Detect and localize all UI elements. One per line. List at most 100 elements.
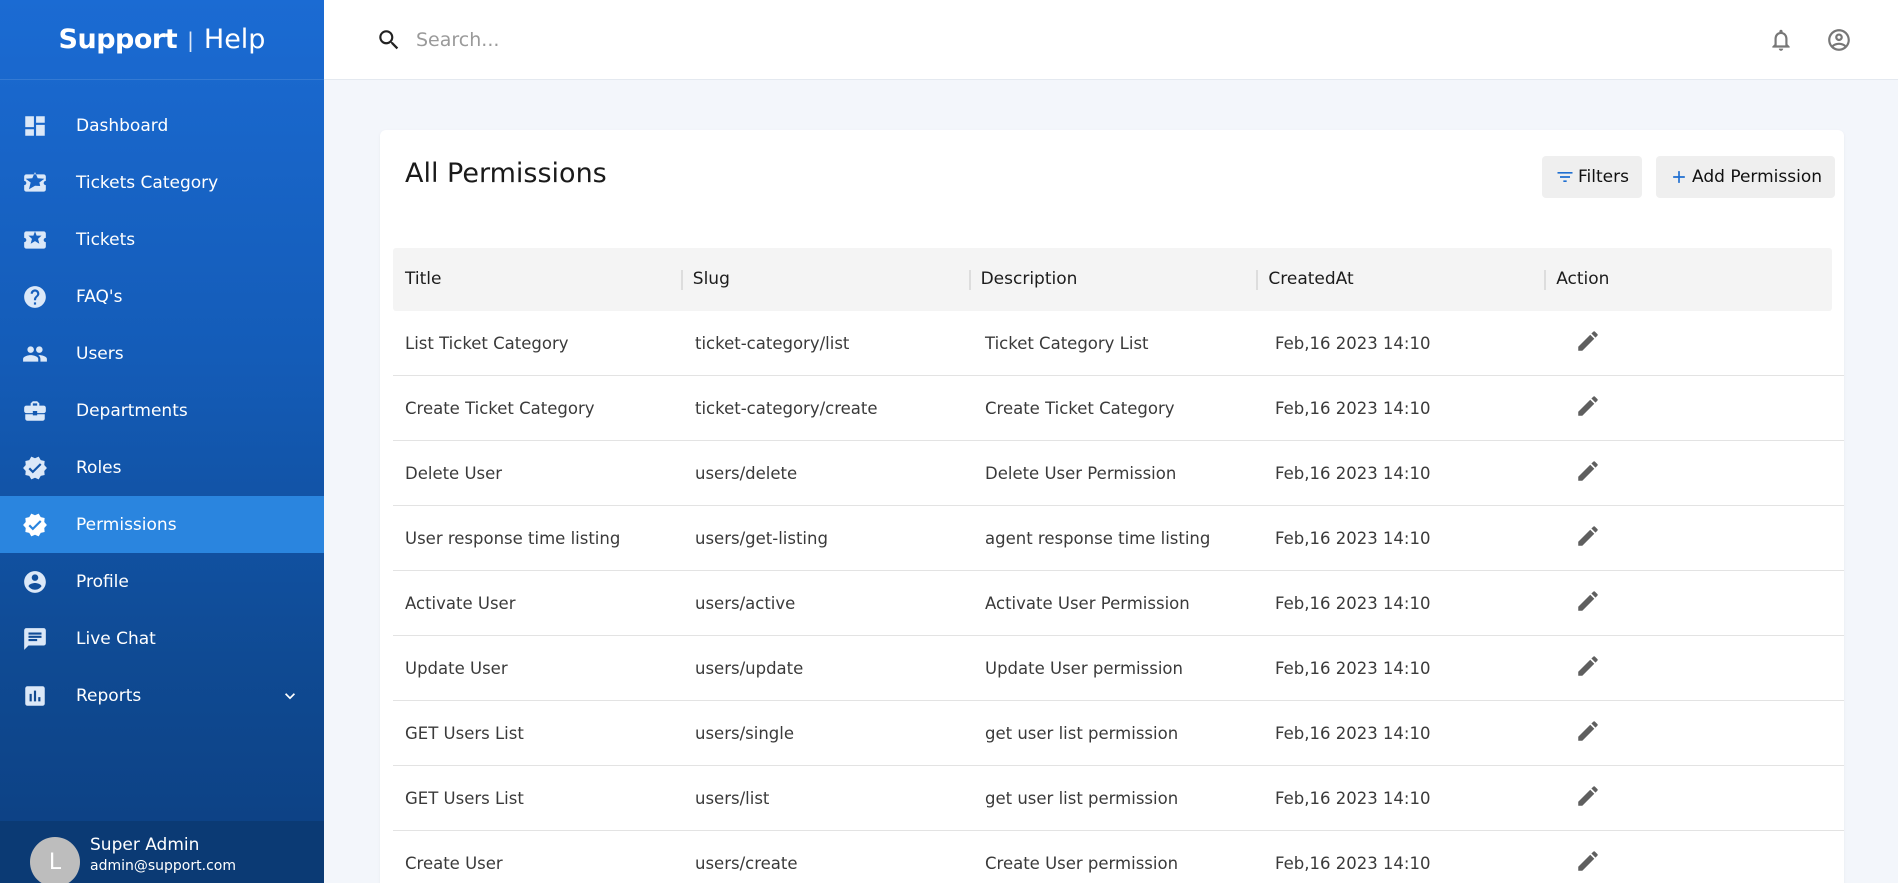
sidebar-item-label: Permissions — [76, 514, 177, 535]
cell-action — [1553, 848, 1843, 878]
verified-badge-icon — [22, 455, 48, 481]
column-header-slug[interactable]: Slug — [680, 248, 969, 311]
bell-icon[interactable] — [1768, 27, 1794, 53]
table-row: Delete User users/delete Delete User Per… — [393, 441, 1844, 506]
sidebar-item-users[interactable]: Users — [0, 325, 324, 382]
cell-created-at: Feb,16 2023 14:10 — [1275, 528, 1431, 548]
edit-icon[interactable] — [1575, 328, 1601, 354]
cell-title: Activate User — [405, 593, 516, 613]
sidebar-item-reports[interactable]: Reports — [0, 667, 324, 724]
search-input[interactable] — [416, 28, 1016, 51]
account-circle-icon — [22, 569, 48, 595]
cell-description: Create Ticket Category — [985, 398, 1175, 418]
edit-icon[interactable] — [1575, 523, 1601, 549]
column-header-description[interactable]: Description — [968, 248, 1257, 311]
table-row: User response time listing users/get-lis… — [393, 506, 1844, 571]
cell-slug: ticket-category/list — [695, 333, 850, 353]
ticket-icon — [22, 227, 48, 253]
sidebar-item-faqs[interactable]: FAQ's — [0, 268, 324, 325]
sidebar-item-label: Departments — [76, 400, 188, 421]
cell-created-at: Feb,16 2023 14:10 — [1275, 723, 1431, 743]
edit-icon[interactable] — [1575, 783, 1601, 809]
table-body: List Ticket Category ticket-category/lis… — [393, 311, 1844, 883]
user-name: Super Admin — [90, 835, 200, 855]
ticket-icon — [22, 170, 48, 196]
user-info: Super Admin admin@support.com — [90, 835, 236, 874]
chevron-down-icon[interactable] — [280, 686, 300, 706]
cell-created-at: Feb,16 2023 14:10 — [1275, 593, 1431, 613]
table-row: Create Ticket Category ticket-category/c… — [393, 376, 1844, 441]
add-permission-button[interactable]: Add Permission — [1656, 156, 1836, 198]
edit-icon[interactable] — [1575, 393, 1601, 419]
sidebar-item-label: Users — [76, 343, 124, 364]
edit-icon[interactable] — [1575, 848, 1601, 874]
cell-created-at: Feb,16 2023 14:10 — [1275, 853, 1431, 873]
edit-icon[interactable] — [1575, 588, 1601, 614]
sidebar-item-live-chat[interactable]: Live Chat — [0, 610, 324, 667]
brand-name-light: Help — [203, 24, 266, 55]
sidebar-item-permissions[interactable]: Permissions — [0, 496, 324, 553]
cell-action — [1553, 458, 1843, 488]
plus-icon — [1669, 167, 1692, 187]
cell-action — [1553, 393, 1843, 423]
cell-slug: users/get-listing — [695, 528, 828, 548]
help-circle-icon — [22, 284, 48, 310]
briefcase-icon — [22, 398, 48, 424]
sidebar-item-label: Dashboard — [76, 115, 169, 136]
column-header-createdat[interactable]: CreatedAt — [1256, 248, 1544, 311]
column-header-title[interactable]: Title — [393, 248, 681, 311]
filters-button[interactable]: Filters — [1542, 156, 1642, 198]
sidebar-item-departments[interactable]: Departments — [0, 382, 324, 439]
add-permission-label: Add Permission — [1692, 167, 1823, 187]
verified-badge-icon — [22, 512, 48, 538]
avatar: L — [30, 837, 80, 883]
sidebar-item-roles[interactable]: Roles — [0, 439, 324, 496]
brand-logo[interactable]: Support | Help — [0, 0, 324, 80]
cell-slug: users/single — [695, 723, 794, 743]
edit-icon[interactable] — [1575, 718, 1601, 744]
edit-icon[interactable] — [1575, 653, 1601, 679]
user-profile-card[interactable]: L Super Admin admin@support.com — [0, 821, 324, 883]
filter-icon — [1555, 167, 1578, 187]
permissions-card: All Permissions Filters Add Permission T… — [380, 130, 1844, 883]
cell-description: Create User permission — [985, 853, 1179, 873]
cell-description: Ticket Category List — [985, 333, 1149, 353]
cell-title: GET Users List — [405, 723, 524, 743]
people-icon — [22, 341, 48, 367]
edit-icon[interactable] — [1575, 458, 1601, 484]
bar-chart-icon — [22, 683, 48, 709]
sidebar-item-label: Tickets Category — [76, 172, 219, 193]
cell-slug: users/delete — [695, 463, 798, 483]
cell-title: List Ticket Category — [405, 333, 569, 353]
sidebar-item-label: Live Chat — [76, 628, 156, 649]
cell-title: Create Ticket Category — [405, 398, 595, 418]
cell-action — [1553, 588, 1843, 618]
sidebar-item-dashboard[interactable]: Dashboard — [0, 97, 324, 154]
cell-description: get user list permission — [985, 788, 1179, 808]
table-row: GET Users List users/list get user list … — [393, 766, 1844, 831]
cell-action — [1553, 653, 1843, 683]
cell-action — [1553, 718, 1843, 748]
cell-slug: ticket-category/create — [695, 398, 878, 418]
table-header: Title Slug Description CreatedAt Action — [393, 248, 1832, 311]
sidebar-item-tickets-category[interactable]: Tickets Category — [0, 154, 324, 211]
sidebar-item-label: Reports — [76, 685, 142, 706]
cell-title: Update User — [405, 658, 508, 678]
cell-title: Create User — [405, 853, 503, 873]
sidebar-nav: Dashboard Tickets Category Tickets FAQ's… — [0, 97, 324, 724]
search-icon — [376, 27, 402, 53]
sidebar-item-tickets[interactable]: Tickets — [0, 211, 324, 268]
cell-slug: users/active — [695, 593, 796, 613]
table-row: Activate User users/active Activate User… — [393, 571, 1844, 636]
page-title: All Permissions — [405, 158, 607, 189]
sidebar-item-profile[interactable]: Profile — [0, 553, 324, 610]
table-row: Create User users/create Create User per… — [393, 831, 1844, 883]
sidebar-item-label: Profile — [76, 571, 129, 592]
account-icon[interactable] — [1826, 27, 1852, 53]
cell-title: User response time listing — [405, 528, 621, 548]
table-row: GET Users List users/single get user lis… — [393, 701, 1844, 766]
table-row: Update User users/update Update User per… — [393, 636, 1844, 701]
cell-slug: users/create — [695, 853, 798, 873]
cell-slug: users/list — [695, 788, 770, 808]
cell-title: GET Users List — [405, 788, 524, 808]
